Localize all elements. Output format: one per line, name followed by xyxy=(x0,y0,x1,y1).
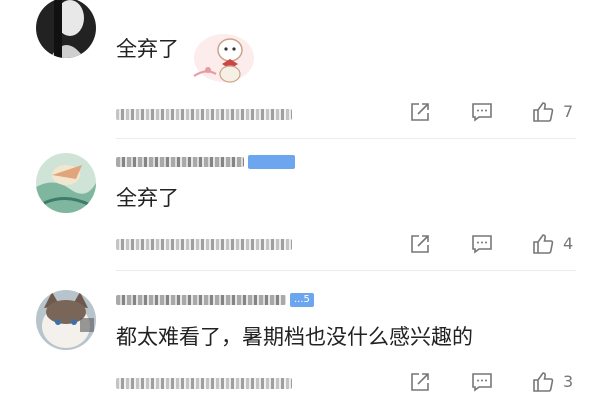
thumbs-up-icon xyxy=(533,102,554,122)
comment-icon xyxy=(472,373,492,392)
like-count: 3 xyxy=(563,372,574,391)
comment-button[interactable] xyxy=(470,232,494,256)
comment-button[interactable] xyxy=(470,100,494,124)
username[interactable] xyxy=(116,155,295,169)
like-button[interactable] xyxy=(531,232,555,256)
comment-text: 都太难看了，暑期档也没什么感兴趣的 xyxy=(116,325,473,349)
user-badge: ...5 xyxy=(290,293,314,307)
comment-text: 全弃了 xyxy=(116,186,179,210)
username[interactable]: ...5 xyxy=(116,293,314,307)
comment-actions: 3 xyxy=(0,370,602,396)
share-button[interactable] xyxy=(408,370,432,394)
comment-icon xyxy=(472,235,492,254)
username-blurred xyxy=(116,157,244,167)
sticker-image xyxy=(186,28,256,88)
username-blurred xyxy=(116,295,286,305)
comment-actions: 7 xyxy=(0,100,602,126)
comment-actions: 4 xyxy=(0,232,602,258)
comment-text: 全弃了 xyxy=(116,37,179,61)
share-icon xyxy=(411,235,429,253)
share-icon xyxy=(411,373,429,391)
comment-icon xyxy=(472,103,492,122)
like-count: 7 xyxy=(563,102,574,121)
avatar[interactable] xyxy=(36,153,96,213)
user-badge xyxy=(248,155,295,169)
thumbs-up-icon xyxy=(533,372,554,392)
comment-button[interactable] xyxy=(470,370,494,394)
thumbs-up-icon xyxy=(533,234,554,254)
share-button[interactable] xyxy=(408,100,432,124)
share-icon xyxy=(411,103,429,121)
like-count: 4 xyxy=(563,234,574,253)
like-button[interactable] xyxy=(531,100,555,124)
share-button[interactable] xyxy=(408,232,432,256)
divider xyxy=(116,138,576,139)
divider xyxy=(116,270,576,271)
avatar[interactable] xyxy=(36,0,96,58)
avatar[interactable] xyxy=(36,290,96,350)
like-button[interactable] xyxy=(531,370,555,394)
